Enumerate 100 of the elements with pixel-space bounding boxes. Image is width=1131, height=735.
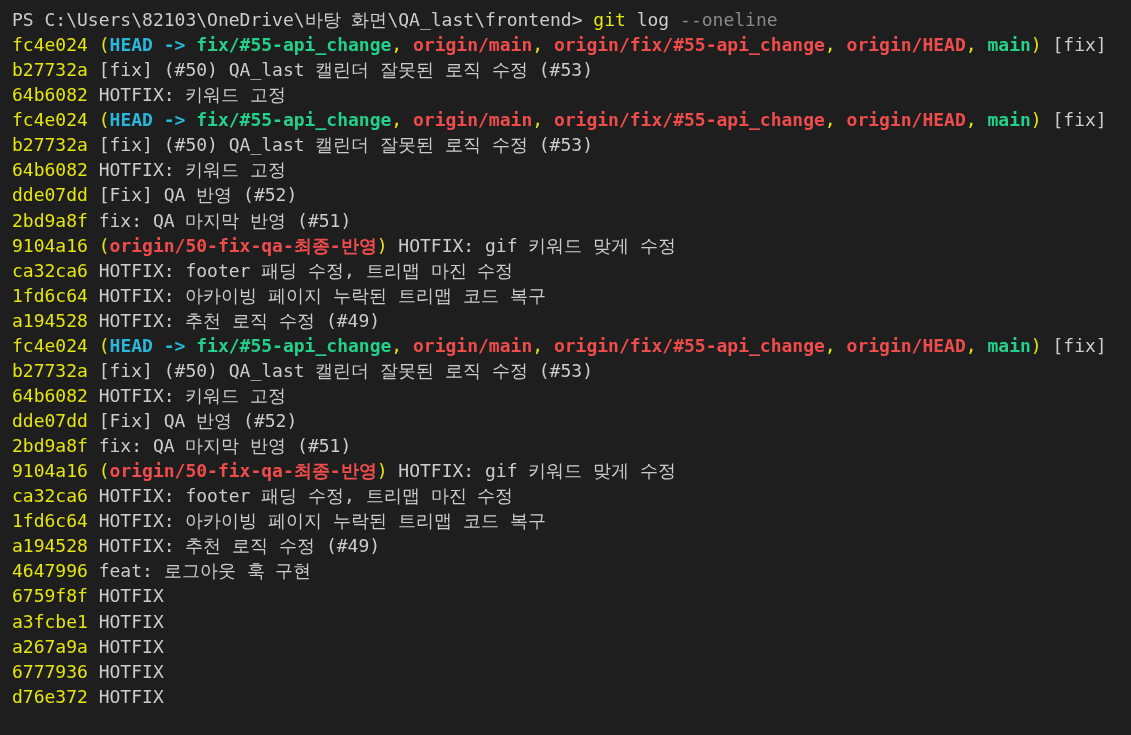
commit-hash: 64b6082: [12, 159, 88, 181]
ref-punctuation: ,: [391, 34, 404, 56]
commit-hash: 1fd6c64: [12, 510, 88, 532]
commit-hash: a194528: [12, 535, 88, 557]
commit-hash: fc4e024: [12, 34, 88, 56]
commit-message: HOTFIX: [97, 685, 164, 707]
remote-branch: origin/fix/#55-api_change: [553, 109, 825, 131]
commit-hash: b27732a: [12, 359, 88, 381]
remote-branch: origin/fix/#55-api_change: [553, 334, 825, 356]
commit-hash: 6777936: [12, 660, 88, 682]
ref-punctuation: ,: [532, 109, 545, 131]
head-pointer: HEAD ->: [109, 34, 187, 56]
commit-message: fix: QA 마지막 반영 (#51): [97, 435, 352, 457]
commit-hash: 1fd6c64: [12, 284, 88, 306]
commit-message: HOTFIX: [97, 610, 164, 632]
ref-punctuation: ): [376, 460, 388, 482]
commit-message: HOTFIX: gif 키워드 맞게 수정: [397, 460, 677, 482]
commit-message: [fix] (#50) QA_last 캘린더 잘못된 로직 수정 (#53): [97, 59, 593, 81]
remote-branch: origin/50-fix-qa-최종-반영: [109, 234, 377, 256]
commit-message: HOTFIX: 키워드 고정: [97, 84, 287, 106]
ref-punctuation: ,: [532, 34, 545, 56]
head-pointer: HEAD ->: [109, 334, 187, 356]
commit-hash: b27732a: [12, 59, 88, 81]
ref-punctuation: ): [376, 234, 388, 256]
head-pointer: HEAD ->: [109, 109, 187, 131]
remote-branch: origin/50-fix-qa-최종-반영: [109, 460, 377, 482]
commit-hash: 64b6082: [12, 384, 88, 406]
commit-message: feat: 로그아웃 훅 구현: [97, 560, 312, 582]
remote-branch: origin/HEAD: [846, 34, 966, 56]
local-branch: main: [987, 334, 1031, 356]
commit-hash: 9104a16: [12, 460, 88, 482]
commit-message: [fix] (#50) QA_last 캘린더 잘못된 로직 수정 (#53): [97, 134, 593, 156]
commit-message: HOTFIX: [97, 660, 164, 682]
commit-hash: a194528: [12, 309, 88, 331]
ref-punctuation: (: [97, 109, 110, 131]
commit-message: [fix] (#50) QA_last 캘린더 잘못된 로직 수정 (#53): [97, 359, 593, 381]
commit-hash: fc4e024: [12, 109, 88, 131]
ref-punctuation: ,: [965, 34, 978, 56]
ref-punctuation: ,: [824, 34, 837, 56]
remote-branch: origin/fix/#55-api_change: [553, 34, 825, 56]
commit-hash: ca32ca6: [12, 485, 88, 507]
command-option-text: --oneline: [680, 9, 778, 30]
remote-branch: origin/main: [413, 34, 533, 56]
commit-message: HOTFIX: 아카이빙 페이지 누락된 트리맵 코드 복구: [97, 284, 546, 306]
ref-punctuation: (: [97, 334, 110, 356]
local-branch: fix/#55-api_change: [196, 34, 392, 56]
commit-hash: 2bd9a8f: [12, 209, 88, 231]
commit-message: HOTFIX: 아카이빙 페이지 누락된 트리맵 코드 복구: [97, 510, 546, 532]
commit-message: HOTFIX: 추천 로직 수정 (#49): [97, 535, 381, 557]
local-branch: main: [987, 34, 1031, 56]
commit-message: HOTFIX: 키워드 고정: [97, 159, 287, 181]
commit-message: HOTFIX: [97, 635, 164, 657]
commit-message: [Fix] QA 반영 (#52): [97, 184, 298, 206]
ref-punctuation: ,: [965, 109, 978, 131]
ref-punctuation: ,: [391, 334, 404, 356]
commit-hash: d76e372: [12, 685, 88, 707]
remote-branch: origin/main: [413, 109, 533, 131]
remote-branch: origin/HEAD: [846, 334, 966, 356]
local-branch: main: [987, 109, 1031, 131]
commit-message: HOTFIX: footer 패딩 수정, 트리맵 마진 수정: [97, 485, 514, 507]
ref-punctuation: (: [97, 234, 110, 256]
commit-message: HOTFIX: 키워드 고정: [97, 384, 287, 406]
remote-branch: origin/main: [413, 334, 533, 356]
commit-message: [fix]: [1051, 34, 1107, 56]
commit-message: HOTFIX: [97, 585, 164, 607]
commit-hash: fc4e024: [12, 334, 88, 356]
commit-hash: 2bd9a8f: [12, 435, 88, 457]
shell-prompt: PS C:\Users\82103\OneDrive\바탕 화면\QA_last\frontend>: [12, 9, 584, 30]
commit-hash: a3fcbe1: [12, 610, 88, 632]
ref-punctuation: (: [97, 460, 110, 482]
commit-message: HOTFIX: 추천 로직 수정 (#49): [97, 309, 381, 331]
commit-message: HOTFIX: footer 패딩 수정, 트리맵 마진 수정: [97, 259, 514, 281]
ref-punctuation: ,: [824, 334, 837, 356]
local-branch: fix/#55-api_change: [196, 334, 392, 356]
ref-punctuation: ): [1030, 334, 1042, 356]
commit-hash: dde07dd: [12, 184, 88, 206]
remote-branch: origin/HEAD: [846, 109, 966, 131]
commit-hash: b27732a: [12, 134, 88, 156]
commit-hash: 9104a16: [12, 234, 88, 256]
commit-hash: 4647996: [12, 560, 88, 582]
commit-message: [Fix] QA 반영 (#52): [97, 410, 298, 431]
commit-hash: ca32ca6: [12, 259, 88, 281]
ref-punctuation: ): [1030, 109, 1042, 131]
command-name: git: [593, 9, 626, 30]
ref-punctuation: ,: [391, 109, 404, 131]
ref-punctuation: ,: [532, 334, 545, 356]
commit-hash: 6759f8f: [12, 585, 88, 607]
ref-punctuation: ,: [824, 109, 837, 131]
commit-message: fix: QA 마지막 반영 (#51): [97, 209, 352, 231]
commit-message: [fix]: [1051, 109, 1107, 131]
commit-hash: dde07dd: [12, 410, 88, 431]
commit-message: [fix]: [1051, 334, 1107, 356]
local-branch: fix/#55-api_change: [196, 109, 392, 131]
ref-punctuation: (: [97, 34, 110, 56]
commit-message: log: [635, 9, 671, 30]
commit-hash: a267a9a: [12, 635, 88, 657]
ref-punctuation: ,: [965, 334, 978, 356]
commit-message: HOTFIX: gif 키워드 맞게 수정: [397, 234, 677, 256]
commit-hash: 64b6082: [12, 84, 88, 106]
ref-punctuation: ): [1030, 34, 1042, 56]
